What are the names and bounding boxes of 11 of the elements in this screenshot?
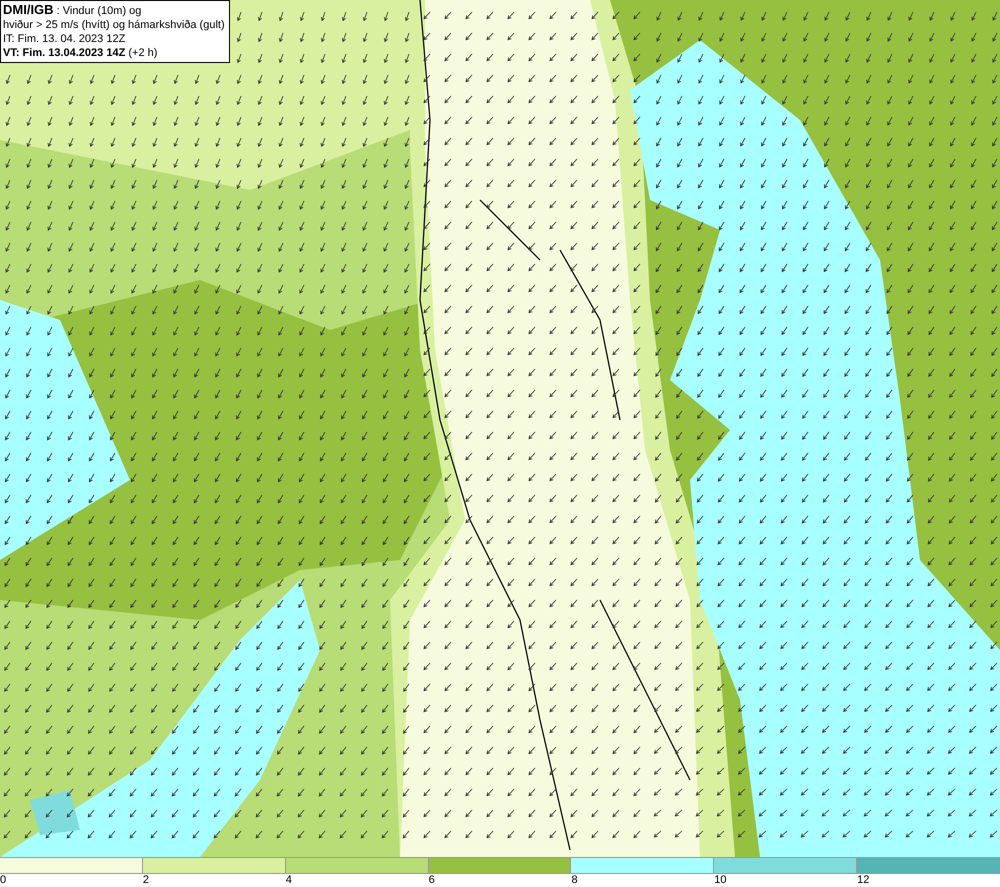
info-text: DMI/IGB : Vindur (10m) og (3, 3, 142, 18)
legend-tick-label: 12 (857, 874, 870, 887)
legend-tick-label: 4 (286, 874, 292, 887)
legend-tick-label: 6 (428, 874, 435, 887)
legend-tick-label: 0 (0, 874, 6, 887)
info-text: IT: Fim. 13. 04. 2023 12Z (3, 32, 126, 46)
legend-tick-label: 10 (714, 874, 727, 887)
legend-tick-label: 8 (571, 874, 578, 887)
info-text: VT: Fim. 13.04.2023 14Z (+2 h) (3, 46, 158, 60)
info-text: hviður > 25 m/s (hvítt) og hámarkshviða (gult) (3, 18, 225, 32)
legend-tick-label: 2 (142, 874, 149, 887)
